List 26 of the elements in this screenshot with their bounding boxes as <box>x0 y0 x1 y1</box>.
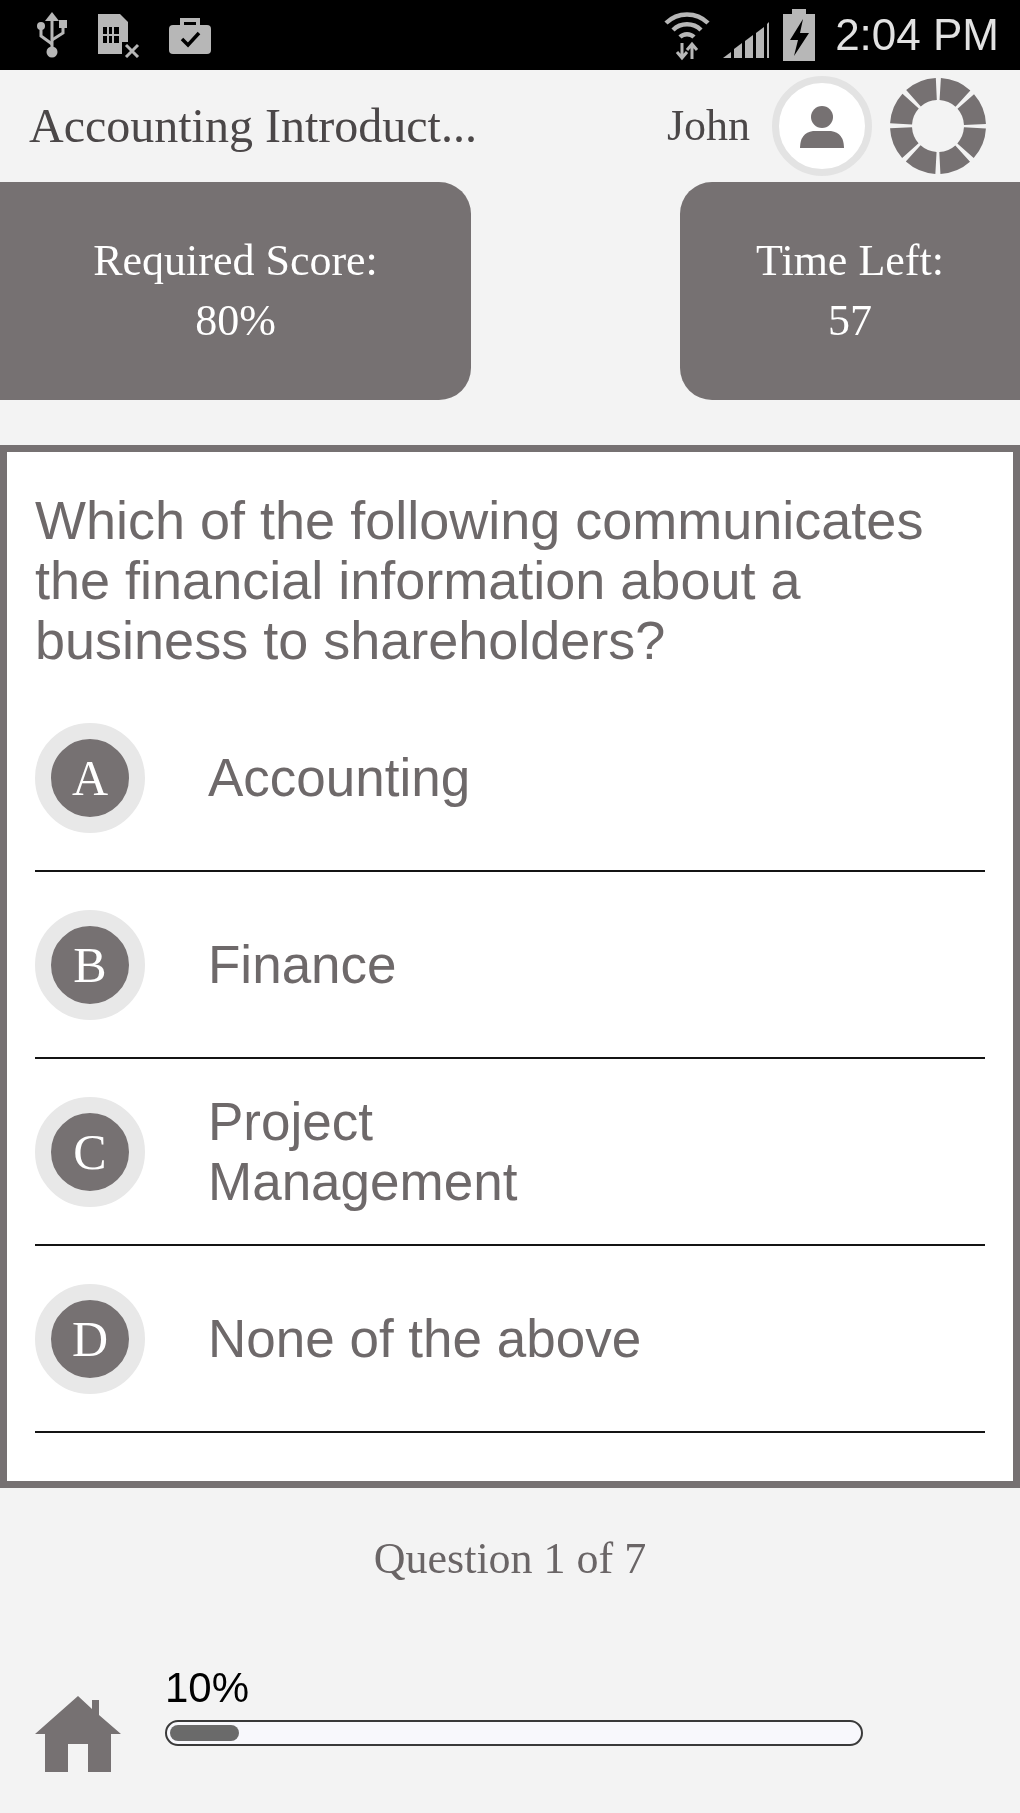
wifi-icon <box>663 9 712 61</box>
ring-icon[interactable] <box>890 78 986 174</box>
sim-card-icon <box>95 12 141 58</box>
question-counter: Question 1 of 7 <box>373 1534 647 1584</box>
letter-badge: B <box>35 909 145 1020</box>
home-icon[interactable] <box>35 1694 121 1772</box>
letter-badge: D <box>35 1283 145 1394</box>
letter-badge: A <box>35 722 145 833</box>
answer-option[interactable]: B Finance <box>35 872 985 1059</box>
battery-charging-icon <box>781 9 818 61</box>
person-icon <box>799 104 845 148</box>
stat-label: Time Left: <box>756 235 944 287</box>
status-time: 2:04 PM <box>835 10 999 60</box>
answer-option[interactable]: C Project Management <box>35 1059 985 1246</box>
answer-option[interactable]: A Accounting <box>35 685 985 872</box>
stat-value: 80% <box>195 295 276 347</box>
user-name: John <box>666 99 750 152</box>
usb-icon <box>36 12 68 58</box>
question-text: Which of the following communicates the financial information about a business to shareholders? <box>35 490 925 670</box>
briefcase-icon <box>168 16 212 54</box>
letter-badge: C <box>35 1096 145 1207</box>
stat-value: 57 <box>828 295 872 347</box>
stat-label: Required Score: <box>93 235 378 287</box>
progress-percent: 10% <box>165 1664 250 1712</box>
answer-option[interactable]: D None of the above <box>35 1246 985 1433</box>
app-title: Accounting Introduct... <box>29 98 477 155</box>
